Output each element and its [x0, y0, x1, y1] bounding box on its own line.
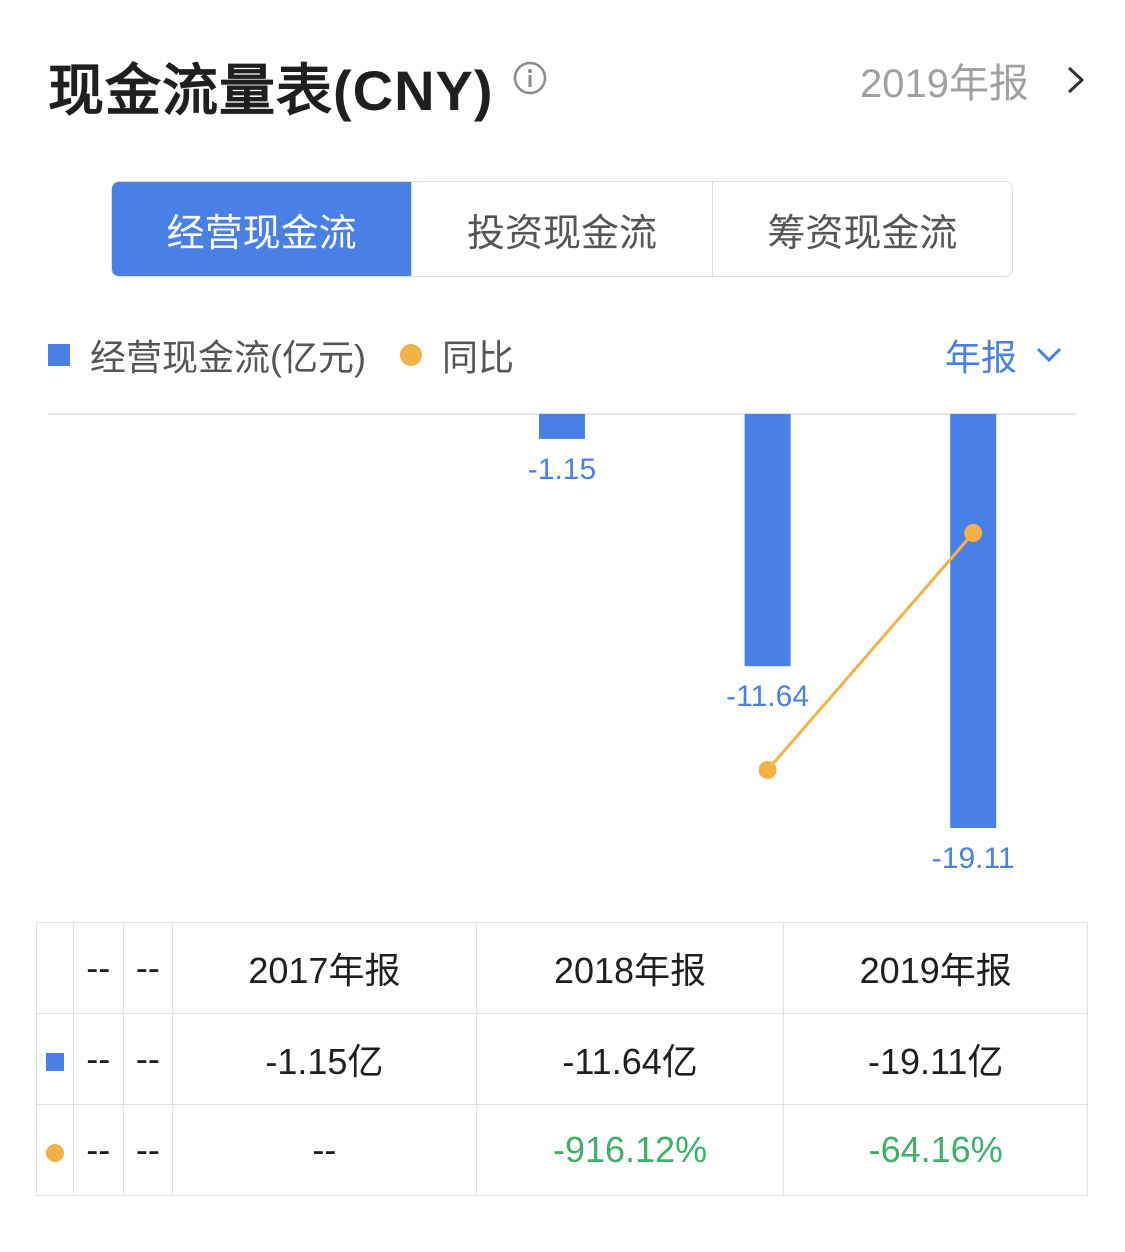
tab-operating-cashflow[interactable]: 经营现金流 [112, 182, 412, 276]
bar-data-label: -1.15 [528, 453, 596, 486]
table-cell: -1.15亿 [172, 1013, 477, 1105]
table-header-cell: 2019年报 [783, 922, 1088, 1014]
table-cell: -- [122, 1013, 174, 1105]
table-header-cell: -- [73, 922, 124, 1014]
legend-series2-label: 同比 [441, 337, 514, 378]
bar-data-label: -11.64 [726, 680, 809, 713]
yoy-point [964, 524, 983, 542]
chart-bar [744, 414, 791, 667]
chevron-down-icon [1036, 347, 1062, 363]
table-cell: -- [122, 1104, 174, 1196]
period-label: 年报 [944, 337, 1017, 378]
dot-marker [46, 1144, 64, 1162]
chart-bar [950, 414, 997, 828]
chart-legend: 经营现金流(亿元) 同比 [48, 330, 514, 380]
bar-marker [46, 1053, 64, 1071]
report-label: 2019年报 [860, 62, 1029, 106]
table-cell: -64.16% [783, 1104, 1088, 1196]
table-cell: -- [172, 1104, 477, 1196]
header: 现金流量表(CNY) 2019年报 [48, 40, 1087, 122]
table-header-row: -- -- 2017年报 2018年报 2019年报 [36, 922, 1088, 1014]
legend-series1-label: 经营现金流(亿元) [90, 337, 366, 378]
legend-bar-marker [48, 344, 70, 366]
yoy-line [766, 532, 975, 771]
chart-bar [539, 414, 585, 439]
table-cell: -916.12% [475, 1104, 785, 1196]
cashflow-chart: -1.15 -11.64 -19.11 [48, 413, 1076, 875]
table-cell: -19.11亿 [783, 1013, 1088, 1105]
legend-line-marker [399, 344, 422, 366]
table-cell: -- [73, 1104, 124, 1196]
info-icon[interactable] [512, 60, 548, 96]
yoy-point [758, 761, 777, 779]
table-cell: -- [73, 1013, 124, 1105]
cashflow-tabs: 经营现金流 投资现金流 筹资现金流 [111, 181, 1013, 277]
table-cell: -11.64亿 [475, 1013, 785, 1105]
table-header-cell: 2017年报 [172, 922, 477, 1014]
table-header-cell: -- [122, 922, 174, 1014]
page-title: 现金流量表(CNY) [48, 59, 494, 122]
data-table: -- -- 2017年报 2018年报 2019年报 -- -- -1.15亿 … [36, 922, 1088, 1196]
table-cell [36, 1013, 74, 1105]
table-header-cell: 2018年报 [475, 922, 785, 1014]
chevron-right-icon [1067, 66, 1085, 94]
bar-data-label: -19.11 [932, 842, 1015, 875]
table-row: -- -- -- -916.12% -64.16% [36, 1104, 1088, 1196]
tab-financing-cashflow[interactable]: 筹资现金流 [711, 182, 1012, 276]
period-dropdown[interactable]: 年报 [945, 330, 1063, 380]
table-cell [36, 922, 74, 1014]
table-row: -- -- -1.15亿 -11.64亿 -19.11亿 [36, 1013, 1088, 1105]
tab-investing-cashflow[interactable]: 投资现金流 [411, 182, 711, 276]
table-cell [36, 1104, 74, 1196]
report-selector[interactable]: 2019年报 [860, 50, 1087, 110]
